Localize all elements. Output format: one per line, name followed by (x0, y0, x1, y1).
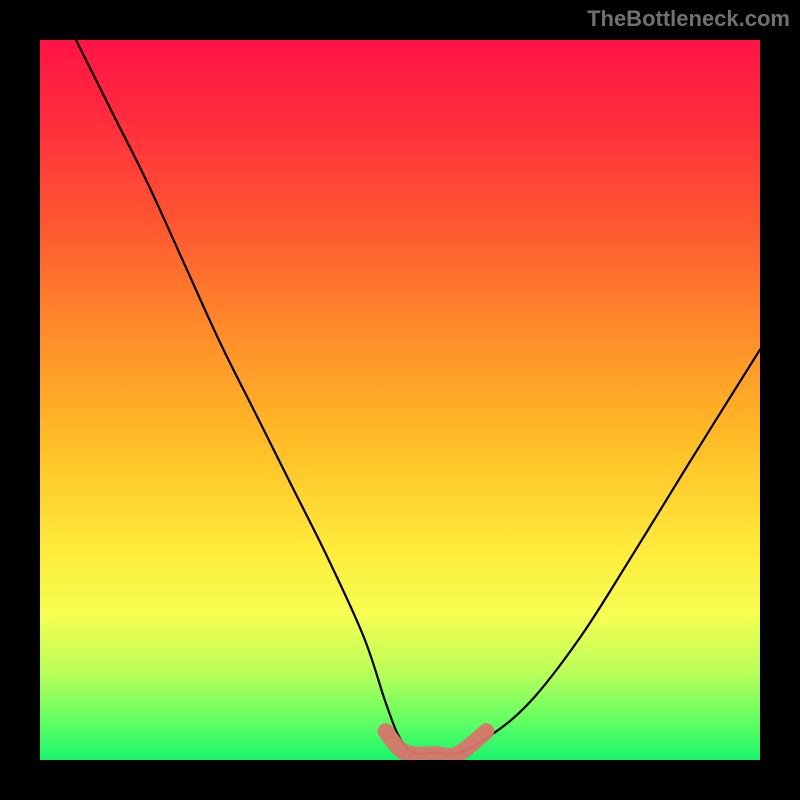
series-container (76, 40, 760, 756)
plot-area (40, 40, 760, 760)
bottleneck-curve (76, 40, 760, 754)
chart-frame: TheBottleneck.com (0, 0, 800, 800)
chart-svg (40, 40, 760, 760)
highlight-band (386, 731, 487, 756)
watermark-text: TheBottleneck.com (587, 6, 790, 32)
